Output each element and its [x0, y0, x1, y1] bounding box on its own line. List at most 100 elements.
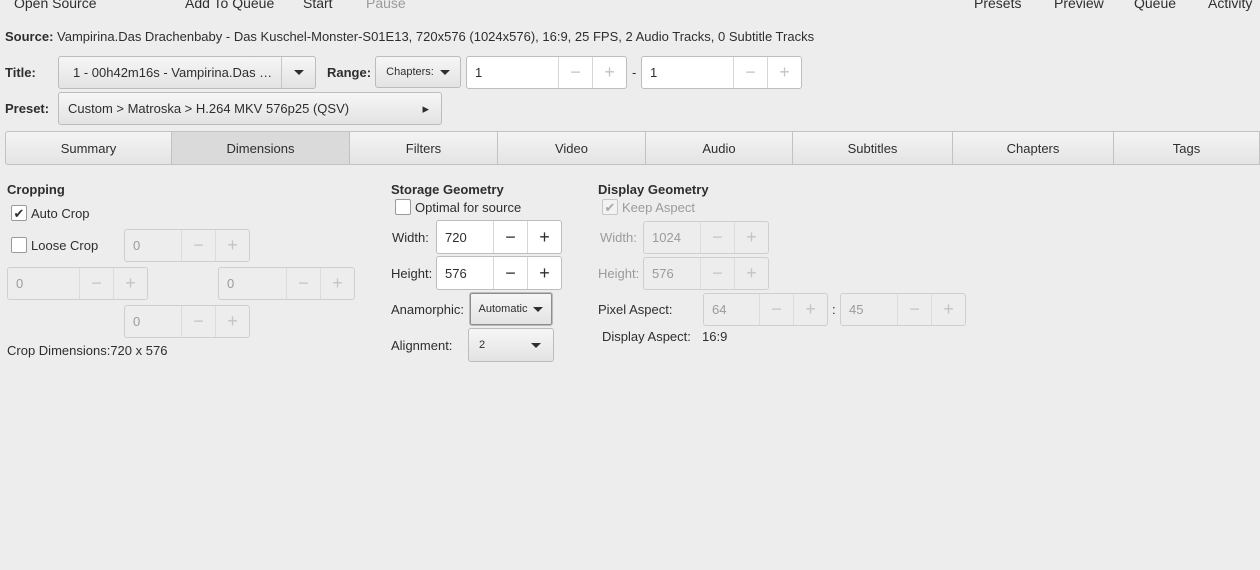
tab-audio[interactable]: Audio: [646, 131, 793, 165]
storage-width-value[interactable]: 720: [437, 221, 493, 253]
storage-height-minus-icon[interactable]: −: [493, 257, 527, 289]
queue-button[interactable]: Queue: [1134, 0, 1176, 11]
display-height-spin[interactable]: 576 − +: [643, 257, 769, 290]
range-end-minus-icon[interactable]: −: [733, 57, 767, 88]
title-dropdown-arrow-icon[interactable]: [281, 57, 315, 88]
display-height-plus-icon[interactable]: +: [734, 258, 768, 289]
display-width-plus-icon[interactable]: +: [734, 222, 768, 253]
range-mode-value: Chapters:: [386, 66, 434, 78]
add-to-queue-button[interactable]: Add To Queue: [185, 0, 274, 11]
pixel-aspect-x-value[interactable]: 64: [704, 294, 759, 325]
tab-subtitles[interactable]: Subtitles: [793, 131, 953, 165]
crop-dimensions-label: Crop Dimensions:: [7, 343, 111, 358]
crop-bottom-plus-icon[interactable]: +: [215, 306, 249, 337]
title-combo[interactable]: 1 - 00h42m16s - Vampirina.Das …: [58, 56, 316, 89]
crop-top-plus-icon[interactable]: +: [215, 230, 249, 261]
storage-width-spin[interactable]: 720 − +: [436, 220, 562, 254]
crop-left-spin[interactable]: 0 − +: [7, 267, 148, 300]
range-mode-arrow-icon: [439, 69, 450, 75]
display-aspect-label: Display Aspect:: [602, 329, 691, 344]
range-end-spin[interactable]: 1 − +: [641, 56, 802, 89]
tab-summary[interactable]: Summary: [5, 131, 172, 165]
storage-geometry-heading: Storage Geometry: [391, 182, 504, 197]
range-end-value[interactable]: 1: [642, 57, 733, 88]
source-info: Vampirina.Das Drachenbaby - Das Kuschel-…: [57, 29, 815, 44]
pixel-aspect-x-minus-icon[interactable]: −: [759, 294, 793, 325]
start-button[interactable]: Start: [303, 0, 333, 11]
storage-height-label: Height:: [391, 266, 433, 281]
crop-right-value[interactable]: 0: [219, 268, 286, 299]
crop-left-minus-icon[interactable]: −: [79, 268, 113, 299]
crop-bottom-minus-icon[interactable]: −: [181, 306, 215, 337]
display-width-value[interactable]: 1024: [644, 222, 700, 253]
crop-top-value[interactable]: 0: [125, 230, 181, 261]
storage-width-plus-icon[interactable]: +: [527, 221, 561, 253]
pause-button[interactable]: Pause: [366, 0, 406, 11]
keep-aspect-checkbox[interactable]: ✔: [602, 199, 618, 215]
crop-top-minus-icon[interactable]: −: [181, 230, 215, 261]
range-start-plus-icon[interactable]: +: [592, 57, 626, 88]
pixel-aspect-x-plus-icon[interactable]: +: [793, 294, 827, 325]
range-label: Range:: [327, 65, 372, 80]
auto-crop-label: Auto Crop: [31, 206, 90, 221]
cropping-heading: Cropping: [7, 182, 65, 197]
pixel-aspect-x-spin[interactable]: 64 − +: [703, 293, 828, 326]
alignment-label: Alignment:: [391, 338, 453, 353]
crop-left-value[interactable]: 0: [8, 268, 79, 299]
tab-bar: Summary Dimensions Filters Video Audio S…: [5, 131, 1260, 165]
tab-chapters[interactable]: Chapters: [953, 131, 1114, 165]
storage-height-spin[interactable]: 576 − +: [436, 256, 562, 290]
crop-right-spin[interactable]: 0 − +: [218, 267, 355, 300]
range-start-value[interactable]: 1: [467, 57, 558, 88]
range-start-spin[interactable]: 1 − +: [466, 56, 627, 89]
storage-height-plus-icon[interactable]: +: [527, 257, 561, 289]
display-width-label: Width:: [600, 230, 637, 245]
anamorphic-dropdown[interactable]: Automatic: [469, 292, 553, 326]
pixel-aspect-label: Pixel Aspect:: [598, 302, 673, 317]
display-width-minus-icon[interactable]: −: [700, 222, 734, 253]
crop-bottom-spin[interactable]: 0 − +: [124, 305, 250, 338]
preset-selector[interactable]: Custom > Matroska > H.264 MKV 576p25 (QS…: [58, 92, 442, 125]
storage-height-value[interactable]: 576: [437, 257, 493, 289]
crop-bottom-value[interactable]: 0: [125, 306, 181, 337]
optimal-for-source-label: Optimal for source: [415, 200, 522, 215]
range-start-minus-icon[interactable]: −: [558, 57, 592, 88]
crop-right-plus-icon[interactable]: +: [320, 268, 354, 299]
pixel-aspect-y-spin[interactable]: 45 − +: [840, 293, 966, 326]
crop-left-plus-icon[interactable]: +: [113, 268, 147, 299]
tab-dimensions[interactable]: Dimensions: [172, 131, 350, 165]
alignment-value: 2: [479, 339, 486, 351]
crop-dimensions-value: 720 x 576: [110, 343, 168, 358]
loose-crop-checkbox[interactable]: [11, 237, 27, 253]
activity-button[interactable]: Activity: [1208, 0, 1252, 11]
pixel-aspect-y-minus-icon[interactable]: −: [897, 294, 931, 325]
display-aspect-value: 16:9: [702, 329, 728, 344]
tab-filters[interactable]: Filters: [350, 131, 498, 165]
tab-video[interactable]: Video: [498, 131, 646, 165]
preset-menu-arrow-icon: ▸: [422, 100, 429, 116]
display-height-minus-icon[interactable]: −: [700, 258, 734, 289]
tab-tags[interactable]: Tags: [1114, 131, 1260, 165]
preview-button[interactable]: Preview: [1054, 0, 1104, 11]
anamorphic-arrow-icon: [533, 306, 544, 312]
preset-label: Preset:: [5, 101, 50, 116]
check-icon: ✔: [604, 199, 616, 215]
title-combo-value: 1 - 00h42m16s - Vampirina.Das …: [73, 65, 273, 80]
range-mode-dropdown[interactable]: Chapters:: [375, 56, 461, 88]
crop-dimensions: Crop Dimensions:720 x 576: [7, 343, 167, 358]
auto-crop-checkbox[interactable]: ✔: [11, 205, 27, 221]
crop-right-minus-icon[interactable]: −: [286, 268, 320, 299]
range-end-plus-icon[interactable]: +: [767, 57, 801, 88]
title-label: Title:: [5, 65, 36, 80]
alignment-dropdown[interactable]: 2: [468, 328, 554, 362]
anamorphic-label: Anamorphic:: [391, 302, 464, 317]
storage-width-minus-icon[interactable]: −: [493, 221, 527, 253]
display-width-spin[interactable]: 1024 − +: [643, 221, 769, 254]
open-source-button[interactable]: Open Source: [14, 0, 97, 11]
pixel-aspect-y-value[interactable]: 45: [841, 294, 897, 325]
presets-button[interactable]: Presets: [974, 0, 1021, 11]
pixel-aspect-y-plus-icon[interactable]: +: [931, 294, 965, 325]
display-height-value[interactable]: 576: [644, 258, 700, 289]
optimal-for-source-checkbox[interactable]: [395, 199, 411, 215]
crop-top-spin[interactable]: 0 − +: [124, 229, 250, 262]
